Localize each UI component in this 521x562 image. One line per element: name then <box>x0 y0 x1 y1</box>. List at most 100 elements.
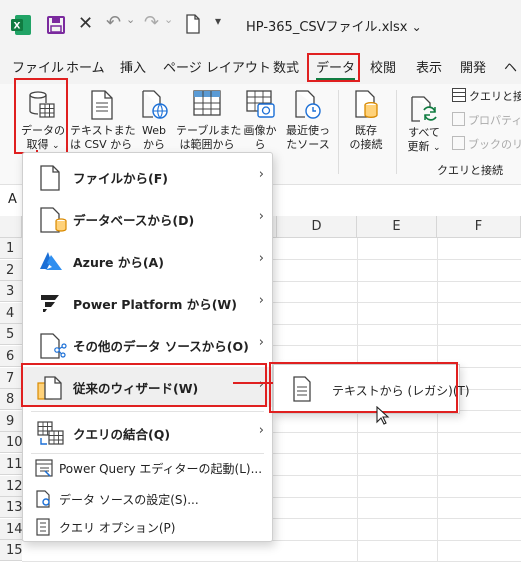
menu-item-from-azure[interactable]: Azure から(A) › <box>23 241 272 281</box>
row-header[interactable]: 6 <box>0 346 22 367</box>
tab-home[interactable]: ホーム <box>66 58 105 80</box>
edit-links-button[interactable]: ブックのリン <box>452 136 521 154</box>
redo-dropdown-icon[interactable]: ⌄ <box>164 13 173 26</box>
file-icon <box>39 165 61 195</box>
row-header[interactable]: 2 <box>0 259 22 281</box>
menu-item-data-source-settings[interactable]: データ ソースの設定(S)... <box>23 486 272 512</box>
chevron-right-icon: › <box>258 335 264 350</box>
from-picture-label-1: 画像か <box>243 124 277 137</box>
from-text-csv-button[interactable]: テキストまた は CSV から <box>70 86 136 156</box>
new-file-icon[interactable] <box>185 14 201 34</box>
save-icon[interactable] <box>46 15 66 35</box>
chevron-right-icon: › <box>258 167 264 182</box>
refresh-all-button[interactable]: すべて 更新 ⌄ <box>402 86 446 156</box>
row-header[interactable]: 9 <box>0 410 22 432</box>
row-header[interactable]: 7 <box>0 367 22 389</box>
title-bar: X ✕ ↶ ⌄ ↷ ⌄ ▾ HP-365_CSVファイル.xlsx ⌄ <box>0 0 521 52</box>
row-header[interactable]: 12 <box>0 475 23 497</box>
other-sources-icon <box>39 333 67 363</box>
mouse-cursor-icon <box>376 406 390 425</box>
row-header[interactable]: 8 <box>0 389 22 411</box>
file-name-text: HP-365_CSVファイル.xlsx <box>246 20 408 35</box>
refresh-all-label-2-text: 更新 <box>407 140 430 153</box>
row-header[interactable]: 15 <box>0 540 23 562</box>
from-web-button[interactable]: Web から <box>134 86 174 156</box>
text-file-icon <box>90 90 114 124</box>
from-picture-button[interactable]: 画像か ら <box>240 86 280 156</box>
menu-item-from-file[interactable]: ファイルから(F) › <box>23 157 272 197</box>
row-header[interactable]: 3 <box>0 281 22 303</box>
menu-item-label: ファイルから(F) <box>73 171 168 186</box>
svg-text:X: X <box>14 22 21 32</box>
from-table-range-label-1: テーブルまた <box>176 124 242 137</box>
row-header[interactable]: 14 <box>0 518 23 540</box>
tab-developer[interactable]: 開発 <box>460 58 486 80</box>
column-header-blank <box>0 216 22 238</box>
properties-icon <box>452 112 465 126</box>
menu-item-label: データ ソースの設定(S)... <box>59 493 199 507</box>
azure-icon <box>39 251 63 275</box>
tab-formulas[interactable]: 数式 <box>273 58 299 80</box>
queries-connections-button[interactable]: クエリと接続 <box>452 88 521 106</box>
excel-logo-icon: X <box>10 14 32 36</box>
recent-sources-label-1: 最近使っ <box>286 124 330 137</box>
refresh-all-label-2: 更新 ⌄ <box>402 140 446 155</box>
column-header-e[interactable]: E <box>357 216 437 238</box>
row-header[interactable]: 4 <box>0 302 22 324</box>
existing-connections-button[interactable]: 既存 の接続 <box>342 86 390 156</box>
menu-item-label: Azure から(A) <box>73 255 164 270</box>
menu-item-from-power-platform[interactable]: Power Platform から(W) › <box>23 283 272 323</box>
existing-connections-label-2: の接続 <box>349 138 383 151</box>
name-box[interactable]: A <box>8 192 22 207</box>
row-header[interactable]: 5 <box>0 324 22 346</box>
menu-item-label: クエリの結合(Q) <box>73 427 171 442</box>
menu-separator <box>31 453 264 454</box>
row-header[interactable]: 11 <box>0 454 23 475</box>
highlight-from-text-legacy <box>269 362 458 413</box>
chevron-right-icon: › <box>258 251 264 266</box>
queries-connections-label: クエリと接続 <box>469 90 521 103</box>
get-data-menu: ファイルから(F) › データベースから(D) › Azure から(A) › … <box>22 152 273 542</box>
menu-item-from-database[interactable]: データベースから(D) › <box>23 199 272 239</box>
from-table-range-button[interactable]: テーブルまた は範囲から <box>176 86 242 156</box>
ribbon-tabs: ファイル ホーム 挿入 ページ レイアウト 数式 データ 校閲 表示 開発 ヘ <box>0 52 521 84</box>
tab-review[interactable]: 校閲 <box>370 58 396 80</box>
tab-help[interactable]: ヘ <box>504 58 517 80</box>
tab-file[interactable]: ファイル <box>12 58 64 80</box>
from-text-csv-label-2: は CSV から <box>70 138 133 151</box>
menu-item-label: その他のデータ ソースから(O) <box>73 339 249 354</box>
row-header[interactable]: 1 <box>0 238 22 259</box>
row-header[interactable]: 10 <box>0 432 23 454</box>
tab-view[interactable]: 表示 <box>416 58 442 80</box>
tab-page-layout[interactable]: ページ レイアウト <box>163 58 271 80</box>
web-globe-icon <box>141 90 169 124</box>
refresh-icon <box>410 96 438 128</box>
database-icon <box>39 207 67 237</box>
undo-icon[interactable]: ↶ <box>106 12 121 33</box>
properties-button[interactable]: プロパティ <box>452 112 521 130</box>
recent-sources-button[interactable]: 最近使っ たソース <box>282 86 334 156</box>
column-header-f[interactable]: F <box>437 216 521 238</box>
chevron-right-icon: › <box>258 293 264 308</box>
chevron-down-icon: ⌄ <box>432 143 441 153</box>
menu-item-other-sources[interactable]: その他のデータ ソースから(O) › <box>23 325 272 365</box>
redo-icon[interactable]: ↷ <box>144 12 159 33</box>
file-name[interactable]: HP-365_CSVファイル.xlsx ⌄ <box>246 16 422 35</box>
data-source-settings-icon <box>35 490 53 512</box>
menu-item-launch-power-query[interactable]: Power Query エディターの起動(L)... <box>23 455 272 481</box>
menu-item-label: クエリ オプション(P) <box>59 521 176 535</box>
menu-item-query-options[interactable]: クエリ オプション(P) <box>23 514 272 540</box>
menu-item-label: Power Platform から(W) <box>73 297 237 312</box>
tab-insert[interactable]: 挿入 <box>120 58 146 80</box>
close-file-icon[interactable]: ✕ <box>78 13 93 34</box>
menu-item-combine-queries[interactable]: クエリの結合(Q) › <box>23 413 272 453</box>
column-header-d[interactable]: D <box>277 216 357 238</box>
row-header[interactable]: 13 <box>0 497 23 519</box>
highlight-legacy-wizard <box>21 363 267 407</box>
ribbon-group-label: クエリと接続 <box>437 164 503 177</box>
undo-dropdown-icon[interactable]: ⌄ <box>126 13 135 26</box>
power-platform-icon <box>39 293 63 317</box>
chevron-right-icon: › <box>258 423 264 438</box>
ribbon-divider <box>396 90 397 174</box>
customize-toolbar-icon[interactable]: ▾ <box>215 14 221 28</box>
